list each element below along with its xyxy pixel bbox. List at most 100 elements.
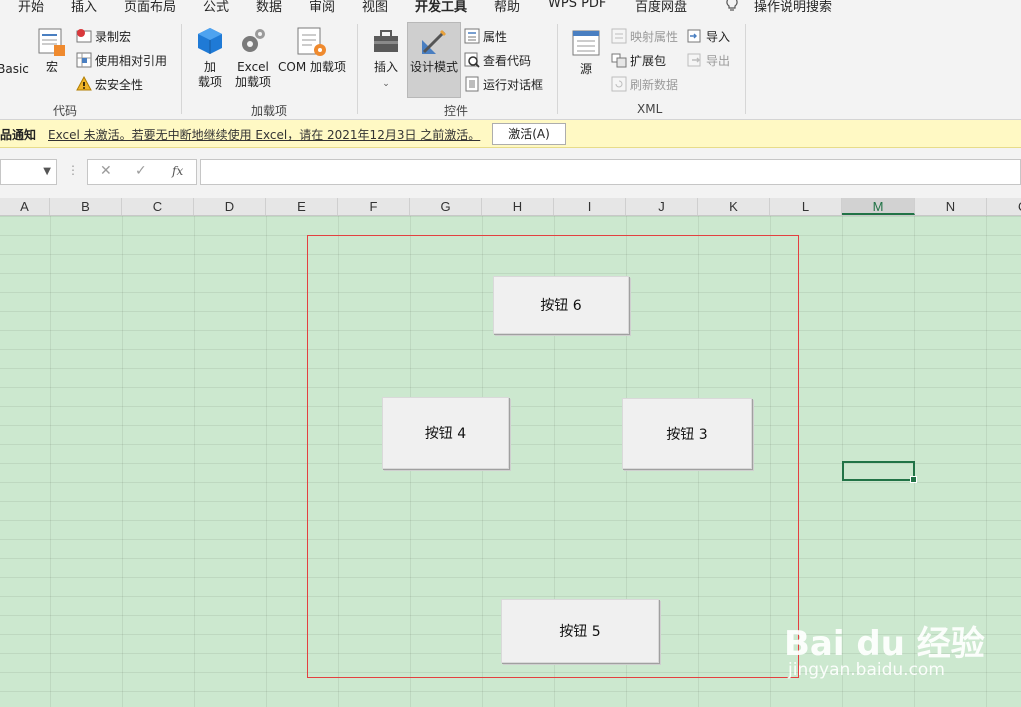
tell-me-search[interactable]: 操作说明搜索 (754, 0, 832, 15)
refresh-data-label: 刷新数据 (630, 77, 679, 92)
run-dialog-label: 运行对话框 (483, 77, 544, 92)
message-bar-text[interactable]: Excel 未激活。若要无中断地继续使用 Excel，请在 2021年12月3日… (48, 126, 480, 143)
tab-home[interactable]: 开始 (18, 0, 44, 15)
column-header-e[interactable]: E (266, 198, 338, 215)
group-label-addins: 加载项 (251, 104, 288, 118)
excel-addins-gear-icon (242, 29, 265, 52)
com-addins-label: COM 加载项 (278, 60, 346, 74)
map-properties-icon (611, 28, 627, 44)
column-header-l[interactable]: L (770, 198, 842, 215)
form-button-5[interactable]: 按钮 5 (501, 599, 659, 663)
column-header-m[interactable]: M (842, 198, 915, 215)
enter-check-icon[interactable]: ✓ (135, 163, 147, 179)
run-dialog-icon (465, 76, 479, 92)
tab-review[interactable]: 审阅 (309, 0, 335, 15)
map-properties-label: 映射属性 (630, 29, 679, 44)
macro-security-label: 宏安全性 (95, 77, 144, 92)
insert-function-icon[interactable]: fx (172, 164, 183, 178)
tab-developer[interactable]: 开发工具 (415, 0, 468, 19)
addins-button[interactable]: 加 载项 (194, 26, 226, 90)
com-addins-button[interactable]: COM 加载项 (276, 26, 348, 75)
record-macro-icon (76, 29, 92, 43)
excel-addins-button[interactable]: Excel 加载项 (234, 26, 272, 90)
properties-button[interactable]: 属性 (464, 26, 507, 46)
view-code-label: 查看代码 (483, 53, 532, 68)
expansion-packs-button[interactable]: 扩展包 (611, 50, 666, 70)
column-header-f[interactable]: F (338, 198, 410, 215)
group-separator (357, 24, 358, 114)
toolbox-icon (374, 30, 398, 52)
ribbon-tab-bar: 开始 插入 页面布局 公式 数据 审阅 视图 开发工具 帮助 WPS PDF 百… (0, 0, 1021, 19)
lightbulb-icon (725, 0, 739, 15)
group-label-controls: 控件 (444, 104, 469, 118)
xml-import-label: 导入 (706, 29, 731, 44)
record-macro-button[interactable]: 录制宏 (76, 26, 131, 46)
xml-source-label: 源 (579, 62, 592, 76)
refresh-icon (611, 76, 627, 92)
run-dialog-button[interactable]: 运行对话框 (464, 74, 543, 94)
export-icon (687, 53, 701, 67)
active-cell-m[interactable] (842, 461, 917, 483)
tab-formulas[interactable]: 公式 (203, 0, 229, 15)
visual-basic-label: Basic (0, 62, 29, 76)
tab-page-layout[interactable]: 页面布局 (124, 0, 176, 15)
group-separator (557, 24, 558, 114)
column-header-o[interactable]: O (987, 198, 1021, 215)
view-code-button[interactable]: 查看代码 (464, 50, 531, 70)
column-header-i[interactable]: I (554, 198, 626, 215)
relative-reference-label: 使用相对引用 (95, 53, 168, 68)
cancel-icon[interactable]: ✕ (100, 163, 112, 179)
column-headers: A B C D E F G H I J K L M N O (0, 198, 1021, 216)
insert-control-button[interactable]: 插入 ⌄ (368, 26, 404, 92)
tab-baidu-netdisk[interactable]: 百度网盘 (635, 0, 687, 15)
tab-help[interactable]: 帮助 (494, 0, 520, 15)
baidu-watermark: Bai du 经验 jingyan.baidu.com (784, 594, 985, 694)
macros-button[interactable]: 宏 (36, 26, 68, 75)
addins-cube-icon (198, 28, 222, 54)
visual-basic-button[interactable]: Basic (0, 28, 30, 77)
column-header-h[interactable]: H (482, 198, 554, 215)
visual-basic-icon (13, 28, 14, 60)
addins-label-1: 加 (203, 60, 216, 74)
design-mode-button[interactable]: 设计模式 (407, 22, 461, 98)
name-box[interactable]: ▼ (0, 159, 57, 185)
relative-reference-icon (76, 52, 92, 68)
ribbon: Basic 宏 录制宏 使用相对引用 宏安全性 代码 加 载项 Excel 加载… (0, 14, 1021, 120)
column-header-g[interactable]: G (410, 198, 482, 215)
group-label-code: 代码 (53, 104, 78, 118)
formula-input[interactable] (200, 159, 1021, 185)
column-header-d[interactable]: D (194, 198, 266, 215)
column-header-c[interactable]: C (122, 198, 194, 215)
tab-view[interactable]: 视图 (362, 0, 388, 15)
xml-import-button[interactable]: 导入 (687, 26, 730, 46)
column-header-b[interactable]: B (50, 198, 122, 215)
map-properties-button[interactable]: 映射属性 (611, 26, 678, 46)
form-button-4[interactable]: 按钮 4 (382, 397, 509, 469)
form-button-3[interactable]: 按钮 3 (622, 398, 752, 469)
xml-source-button[interactable]: 源 (568, 28, 604, 77)
properties-icon (464, 28, 480, 44)
chevron-down-icon: ⌄ (382, 79, 390, 89)
design-mode-label: 设计模式 (409, 60, 458, 74)
tab-wps-pdf[interactable]: WPS PDF (548, 0, 606, 11)
xml-export-button[interactable]: 导出 (687, 50, 730, 70)
activate-button[interactable]: 激活(A) (492, 123, 566, 145)
expansion-packs-icon (611, 53, 627, 68)
column-header-n[interactable]: N (915, 198, 987, 215)
addins-label-2: 载项 (197, 75, 222, 89)
column-header-a[interactable]: A (0, 198, 50, 215)
refresh-data-button[interactable]: 刷新数据 (611, 74, 678, 94)
macro-security-button[interactable]: 宏安全性 (76, 74, 143, 94)
relative-reference-button[interactable]: 使用相对引用 (76, 50, 167, 70)
tab-data[interactable]: 数据 (256, 0, 282, 15)
chevron-down-icon[interactable]: ▼ (43, 166, 51, 177)
group-separator (745, 24, 746, 114)
watermark-url: jingyan.baidu.com (788, 660, 945, 680)
column-header-j[interactable]: J (626, 198, 698, 215)
form-button-6[interactable]: 按钮 6 (493, 276, 629, 334)
tab-insert[interactable]: 插入 (71, 0, 97, 15)
message-bar: 品通知 Excel 未激活。若要无中断地继续使用 Excel，请在 2021年1… (0, 120, 1021, 148)
more-options-icon[interactable]: ⋮ (67, 163, 79, 177)
formula-bar: ▼ ⋮ ✕ ✓ fx (0, 148, 1021, 198)
column-header-k[interactable]: K (698, 198, 770, 215)
